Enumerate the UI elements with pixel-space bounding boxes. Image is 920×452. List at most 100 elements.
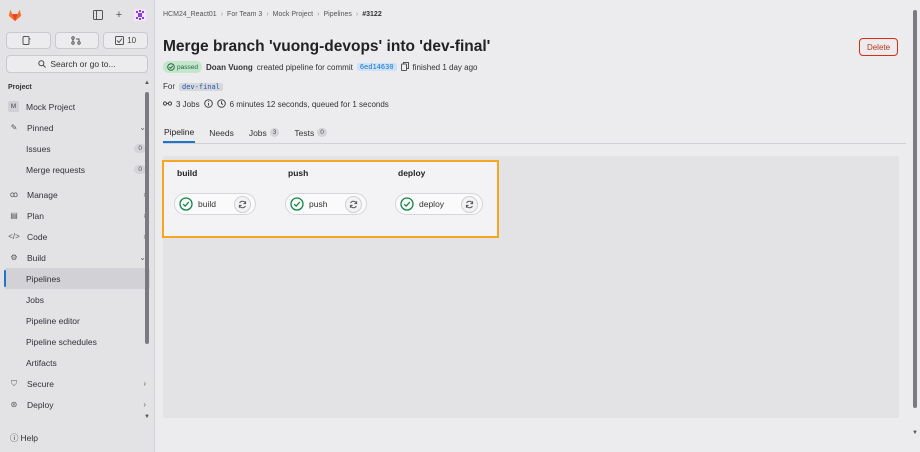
- breadcrumb: HCM24_React01 › For Team 3 › Mock Projec…: [163, 11, 382, 18]
- sidebar-item-pipeline-editor[interactable]: Pipeline editor: [0, 310, 154, 331]
- sidebar-item-deploy[interactable]: ⊛ Deploy ›: [0, 394, 154, 415]
- delete-button[interactable]: Delete: [859, 38, 898, 56]
- sidebar-item-pipeline-schedules[interactable]: Pipeline schedules: [0, 331, 154, 352]
- tests-count-badge: 0: [317, 128, 327, 137]
- sidebar-item-secure[interactable]: ⛉ Secure ›: [0, 373, 154, 394]
- breadcrumb-item[interactable]: Pipelines: [323, 11, 351, 18]
- page-scrollbar-thumb[interactable]: [913, 10, 917, 408]
- breadcrumb-separator-icon: ›: [220, 11, 224, 18]
- page-scrollbar[interactable]: ▼: [912, 10, 918, 436]
- gitlab-logo-icon[interactable]: [8, 8, 22, 22]
- stage-name: build: [177, 168, 198, 178]
- sidebar-header: +: [0, 0, 154, 30]
- retry-button[interactable]: [461, 195, 478, 213]
- jobs-count-text: 3 Jobs: [176, 100, 200, 109]
- pipeline-tabs: Pipeline Needs Jobs 3 Tests 0: [163, 122, 906, 144]
- jobs-pipeline-icon: [162, 100, 173, 109]
- rocket-icon: ⚙: [10, 253, 18, 262]
- search-button[interactable]: Search or go to...: [6, 55, 148, 73]
- sidebar-item-pinned[interactable]: ✎ Pinned ⌄: [0, 117, 154, 138]
- help-icon: ⓘ: [10, 433, 19, 443]
- project-section-label: Project: [8, 84, 32, 91]
- shield-icon: ⛉: [11, 378, 17, 388]
- sidebar-scrollbar-thumb[interactable]: [145, 92, 149, 344]
- stage-build: build build: [174, 168, 274, 215]
- breadcrumb-item[interactable]: HCM24_React01: [163, 11, 217, 18]
- stage-name: push: [288, 168, 309, 178]
- sidebar-item-plan[interactable]: ▤ Plan ›: [0, 205, 154, 226]
- main-content: HCM24_React01 › For Team 3 › Mock Projec…: [155, 0, 920, 452]
- breadcrumb-separator-icon: ›: [266, 11, 269, 18]
- search-icon: [38, 60, 47, 68]
- check-circle-icon: [167, 63, 175, 71]
- job-push[interactable]: push: [285, 193, 367, 215]
- sidebar-item-jobs[interactable]: Jobs: [0, 289, 154, 310]
- sidebar-item-project[interactable]: M Mock Project: [0, 96, 154, 117]
- info-icon[interactable]: [203, 99, 213, 110]
- issues-check-icon: [115, 36, 125, 45]
- page-title: Merge branch 'vuong-devops' into 'dev-fi…: [163, 38, 491, 55]
- deploy-icon: ⊛: [10, 400, 18, 409]
- job-deploy[interactable]: deploy: [395, 193, 483, 215]
- tab-jobs[interactable]: Jobs 3: [248, 122, 281, 143]
- scroll-down-arrow-icon[interactable]: ▼: [912, 430, 918, 436]
- issues-button[interactable]: 10: [103, 32, 149, 49]
- sidebar-toggle-icon[interactable]: [92, 9, 104, 21]
- retry-icon: [465, 200, 474, 208]
- clock-icon: [216, 99, 226, 110]
- created-text: created pipeline for commit: [256, 62, 353, 72]
- project-avatar: M: [8, 101, 19, 112]
- success-status-icon: [179, 197, 193, 211]
- breadcrumb-current[interactable]: #3122: [362, 11, 381, 18]
- pipeline-stats: 3 Jobs 6 minutes 12 seconds, queued for …: [162, 99, 389, 110]
- pin-icon: ✎: [10, 123, 18, 132]
- todos-button[interactable]: [6, 32, 51, 49]
- help-button[interactable]: ⓘ Help: [10, 432, 38, 444]
- pipeline-meta: passed Doan Vuong created pipeline for c…: [163, 61, 477, 73]
- branch-ref-link[interactable]: dev-final: [179, 82, 223, 91]
- retry-button[interactable]: [234, 195, 251, 213]
- plus-icon[interactable]: +: [113, 9, 125, 21]
- ref-line: For dev-final: [163, 82, 223, 91]
- status-badge[interactable]: passed: [163, 61, 202, 73]
- copy-icon[interactable]: [400, 61, 409, 73]
- sidebar-nav: M Mock Project ✎ Pinned ⌄ Issues 0 Merge…: [0, 96, 154, 415]
- sidebar-item-issues[interactable]: Issues 0: [0, 138, 154, 159]
- commit-sha-link[interactable]: 6ed14630: [356, 63, 397, 71]
- code-icon: </>: [8, 232, 20, 241]
- retry-button[interactable]: [345, 195, 362, 213]
- jobs-count-badge: 3: [269, 128, 280, 137]
- breadcrumb-separator-icon: ›: [317, 11, 320, 18]
- stage-deploy: deploy deploy: [395, 168, 495, 215]
- success-status-icon: [400, 197, 414, 211]
- sidebar-item-pipelines[interactable]: Pipelines: [4, 268, 150, 289]
- stage-push: push push: [285, 168, 385, 215]
- user-avatar-icon[interactable]: [134, 9, 146, 21]
- sidebar-scrollbar[interactable]: ▲ ▼: [144, 80, 150, 420]
- job-build[interactable]: build: [174, 193, 256, 215]
- breadcrumb-separator-icon: ›: [355, 11, 359, 18]
- retry-icon: [238, 200, 247, 208]
- merge-requests-button[interactable]: [54, 32, 100, 49]
- author-link[interactable]: Doan Vuong: [206, 63, 253, 72]
- retry-icon: [349, 200, 358, 208]
- pipeline-graph: build build push push deploy deploy: [162, 160, 499, 238]
- breadcrumb-item[interactable]: Mock Project: [273, 11, 313, 18]
- sidebar-item-code[interactable]: </> Code ›: [0, 226, 154, 247]
- success-status-icon: [290, 197, 304, 211]
- sidebar-item-merge-requests[interactable]: Merge requests 0: [0, 159, 154, 180]
- scroll-up-arrow-icon[interactable]: ▲: [144, 80, 150, 86]
- sidebar-item-build[interactable]: ⚙ Build ⌄: [0, 247, 154, 268]
- tab-needs[interactable]: Needs: [208, 122, 235, 143]
- calendar-icon: ▤: [10, 211, 18, 220]
- finished-text: finished 1 day ago: [412, 62, 478, 72]
- breadcrumb-item[interactable]: For Team 3: [227, 11, 262, 18]
- stage-name: deploy: [398, 168, 426, 178]
- tab-pipeline[interactable]: Pipeline: [163, 122, 196, 143]
- sidebar-item-manage[interactable]: ꝏ Manage ›: [0, 184, 154, 205]
- sidebar-item-artifacts[interactable]: Artifacts: [0, 352, 154, 373]
- todo-icon: [22, 36, 31, 45]
- scroll-down-arrow-icon[interactable]: ▼: [144, 414, 150, 420]
- sidebar: + 10 Search or go to... Project M Mock P…: [0, 0, 155, 452]
- tab-tests[interactable]: Tests 0: [293, 122, 327, 143]
